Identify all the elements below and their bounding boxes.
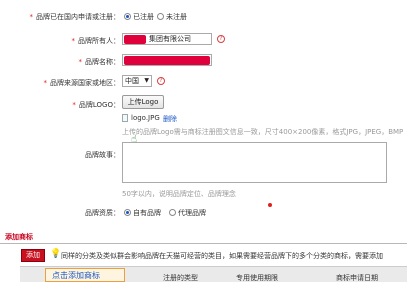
qualification-label: 品牌资质： [85, 209, 120, 217]
origin-value: 中国 [125, 77, 139, 85]
origin-select[interactable]: 中国 ▼ [122, 75, 152, 87]
agent-brand-radio[interactable] [169, 209, 176, 216]
registered-no-label: 未注册 [166, 13, 187, 21]
owner-value: 集团有限公司 [149, 35, 191, 43]
story-label: 品牌故事： [85, 151, 120, 159]
trademark-notice: 同样的分类及类似群会影响品牌在天猫可经营的类目，如果需要经营品牌下的多个分类的商… [61, 252, 383, 260]
story-textarea[interactable] [122, 142, 387, 183]
add-trademark-tooltip: 点击添加商标 [45, 268, 125, 282]
brand-name-label: * 品牌名称： [78, 58, 121, 66]
logo-delete-link[interactable]: 删除 [163, 114, 177, 124]
required-mark: * [29, 13, 34, 21]
registered-yes-label: 已注册 [133, 13, 154, 21]
required-mark: * [78, 58, 83, 66]
registered-no-radio[interactable] [157, 13, 164, 20]
trademark-section-title: 添加商标 [5, 233, 33, 241]
owner-input[interactable]: 集团有限公司 [122, 33, 212, 45]
required-mark: * [72, 101, 76, 109]
own-brand-label: 自有品牌 [133, 209, 161, 217]
logo-file-name: logo.JPG [131, 114, 160, 122]
required-mark: * [43, 79, 48, 87]
add-trademark-button[interactable]: 添加 [21, 249, 45, 262]
help-icon[interactable]: ? [217, 35, 225, 43]
file-icon [122, 114, 128, 122]
registered-label: * 品牌已在国内申请或注册： [29, 13, 121, 21]
lightbulb-icon: 💡 [50, 249, 62, 259]
owner-label: * 品牌所有人： [71, 37, 121, 45]
agent-brand-label: 代理品牌 [178, 209, 206, 217]
chevron-down-icon: ▼ [144, 77, 149, 84]
upload-logo-button[interactable]: 上传Logo [122, 95, 164, 109]
own-brand-radio[interactable] [124, 209, 131, 216]
help-icon[interactable]: ? [157, 77, 165, 85]
logo-label: * 品牌LOGO： [72, 101, 120, 109]
red-dot [268, 203, 272, 207]
divider [0, 243, 407, 244]
redaction-mark [124, 56, 210, 65]
brand-name-input[interactable] [122, 54, 212, 66]
registered-yes-radio[interactable] [124, 13, 131, 20]
logo-hint: 上传的品牌Logo需与商标注册图文信息一致，尺寸400×200像素，格式JPG，… [122, 128, 404, 136]
origin-label: * 品牌来源国家或地区： [43, 79, 121, 87]
redaction-mark [124, 35, 146, 44]
story-hint: 50字以内，说明品牌定位、品牌理念 [122, 190, 236, 198]
required-mark: * [71, 37, 76, 45]
